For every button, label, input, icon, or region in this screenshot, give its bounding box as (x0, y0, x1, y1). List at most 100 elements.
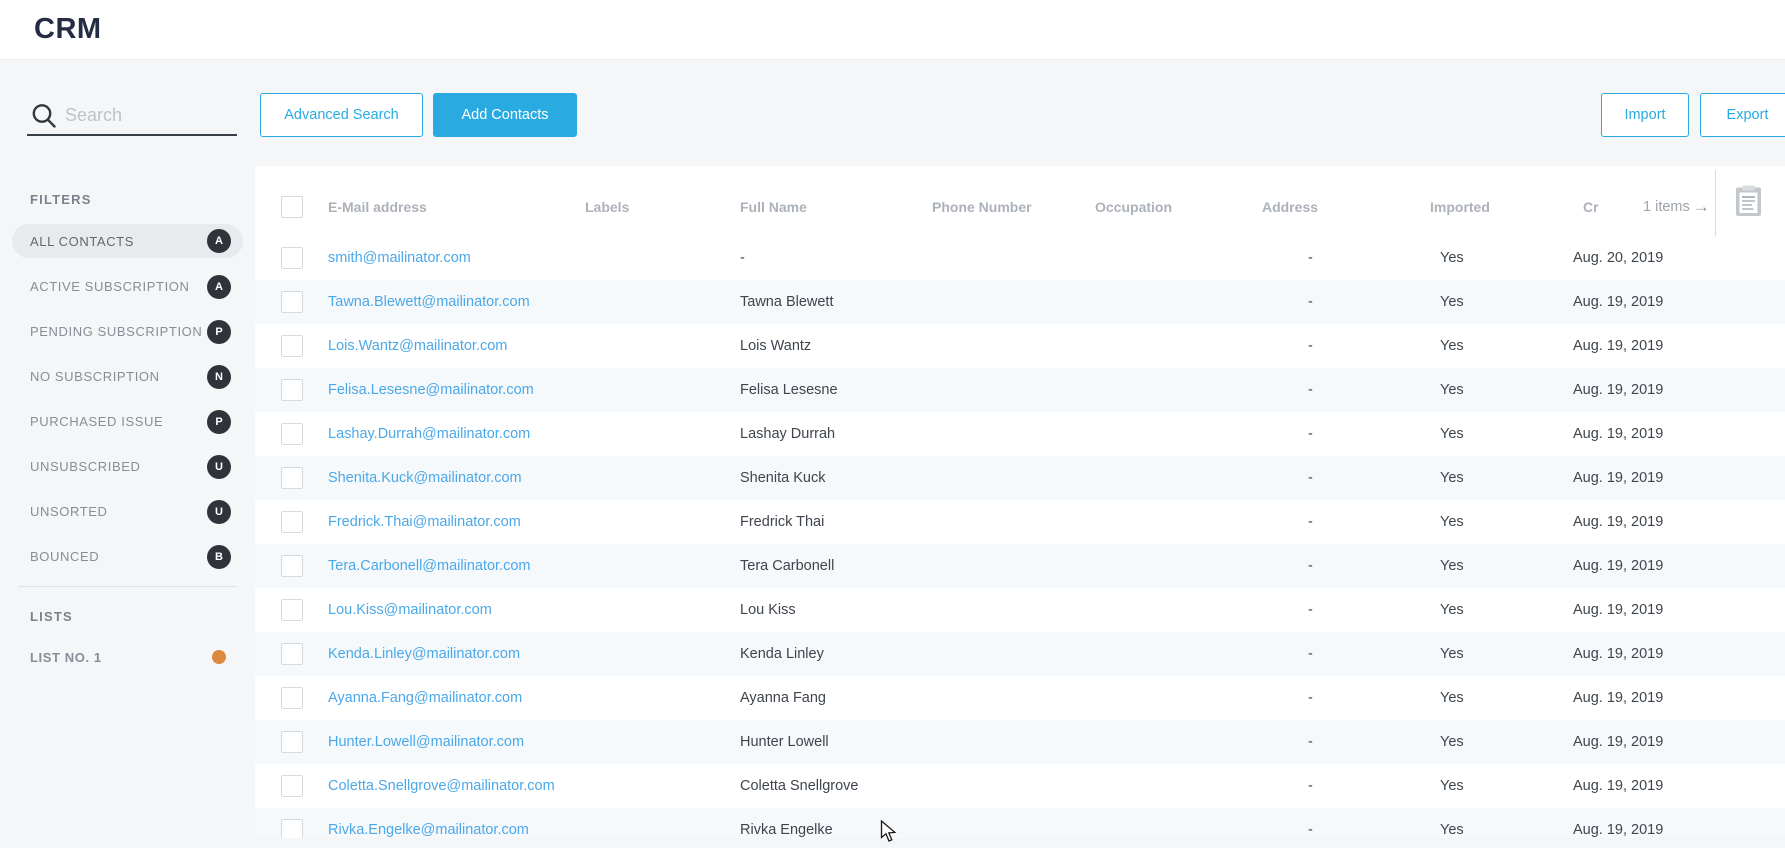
contact-email-link[interactable]: smith@mailinator.com (328, 250, 471, 266)
column-header-full-name: Full Name (740, 199, 807, 215)
contact-created: Aug. 19, 2019 (1573, 426, 1663, 442)
contact-created: Aug. 19, 2019 (1573, 558, 1663, 574)
items-count: 1 items → (1643, 199, 1710, 215)
contact-full-name: Coletta Snellgrove (740, 778, 859, 794)
advanced-search-button[interactable]: Advanced Search (260, 93, 423, 137)
contact-created: Aug. 19, 2019 (1573, 294, 1663, 310)
contact-imported: Yes (1440, 734, 1464, 750)
contact-email-link[interactable]: Kenda.Linley@mailinator.com (328, 646, 520, 662)
contact-address: - (1308, 426, 1313, 442)
row-checkbox[interactable] (281, 687, 303, 709)
sidebar-filter-item[interactable]: PURCHASED ISSUE P (12, 399, 243, 444)
row-checkbox[interactable] (281, 775, 303, 797)
contact-imported: Yes (1440, 426, 1464, 442)
filters-heading: FILTERS (30, 192, 255, 208)
filter-badge: U (207, 455, 231, 479)
row-checkbox[interactable] (281, 291, 303, 313)
contact-full-name: Hunter Lowell (740, 734, 829, 750)
table-row: Felisa.Lesesne@mailinator.com Felisa Les… (255, 368, 1785, 412)
sidebar-list-item[interactable]: LIST NO. 1 (12, 640, 243, 674)
scroll-right-arrow-icon[interactable]: → (1693, 200, 1710, 214)
column-header-address: Address (1262, 199, 1318, 215)
contact-full-name: Fredrick Thai (740, 514, 824, 530)
contact-email-link[interactable]: Ayanna.Fang@mailinator.com (328, 690, 522, 706)
contact-email-link[interactable]: Rivka.Engelke@mailinator.com (328, 822, 529, 838)
contact-email-link[interactable]: Fredrick.Thai@mailinator.com (328, 514, 521, 530)
filter-badge: U (207, 500, 231, 524)
contact-full-name: Rivka Engelke (740, 822, 833, 838)
filter-badge: P (207, 410, 231, 434)
row-checkbox[interactable] (281, 247, 303, 269)
contact-imported: Yes (1440, 470, 1464, 486)
row-checkbox[interactable] (281, 511, 303, 533)
lists-list: LIST NO. 1 (0, 640, 255, 674)
import-button[interactable]: Import (1601, 93, 1689, 137)
contact-address: - (1308, 338, 1313, 354)
row-checkbox[interactable] (281, 467, 303, 489)
list-label: LIST NO. 1 (30, 650, 212, 665)
sidebar-filter-item[interactable]: UNSUBSCRIBED U (12, 444, 243, 489)
contact-email-link[interactable]: Hunter.Lowell@mailinator.com (328, 734, 524, 750)
row-checkbox[interactable] (281, 643, 303, 665)
filter-badge: A (207, 229, 231, 253)
contact-email-link[interactable]: Coletta.Snellgrove@mailinator.com (328, 778, 555, 794)
sidebar-filter-item[interactable]: ACTIVE SUBSCRIPTION A (12, 264, 243, 309)
contact-email-link[interactable]: Tera.Carbonell@mailinator.com (328, 558, 531, 574)
contact-full-name: Tera Carbonell (740, 558, 834, 574)
sidebar-filter-item[interactable]: PENDING SUBSCRIPTION P (12, 309, 243, 354)
contact-created: Aug. 19, 2019 (1573, 602, 1663, 618)
select-all-checkbox[interactable] (281, 196, 303, 218)
row-checkbox[interactable] (281, 555, 303, 577)
contact-email-link[interactable]: Lois.Wantz@mailinator.com (328, 338, 507, 354)
contact-imported: Yes (1440, 382, 1464, 398)
filter-label: ACTIVE SUBSCRIPTION (30, 279, 207, 294)
column-header-created: Cr (1583, 199, 1599, 215)
sidebar-filter-item[interactable]: BOUNCED B (12, 534, 243, 579)
contact-email-link[interactable]: Lashay.Durrah@mailinator.com (328, 426, 530, 442)
table-row: Coletta.Snellgrove@mailinator.com Colett… (255, 764, 1785, 808)
contact-address: - (1308, 294, 1313, 310)
table-body: smith@mailinator.com - - Yes Aug. 20, 20… (255, 236, 1785, 838)
contact-created: Aug. 19, 2019 (1573, 338, 1663, 354)
row-checkbox[interactable] (281, 423, 303, 445)
contact-created: Aug. 20, 2019 (1573, 250, 1663, 266)
contact-imported: Yes (1440, 778, 1464, 794)
sidebar-filter-item[interactable]: UNSORTED U (12, 489, 243, 534)
sidebar-filter-item[interactable]: NO SUBSCRIPTION N (12, 354, 243, 399)
sidebar-filter-item[interactable]: ALL CONTACTS A (12, 224, 243, 258)
contact-email-link[interactable]: Felisa.Lesesne@mailinator.com (328, 382, 534, 398)
contact-imported: Yes (1440, 690, 1464, 706)
contact-address: - (1308, 822, 1313, 838)
contact-created: Aug. 19, 2019 (1573, 646, 1663, 662)
clipboard-list-icon[interactable] (1735, 185, 1762, 222)
contact-address: - (1308, 602, 1313, 618)
contacts-table: E-Mail address Labels Full Name Phone Nu… (255, 166, 1785, 838)
row-checkbox[interactable] (281, 819, 303, 838)
contact-imported: Yes (1440, 558, 1464, 574)
add-contacts-button[interactable]: Add Contacts (433, 93, 577, 137)
app-logo: CRM (34, 13, 102, 46)
contact-email-link[interactable]: Tawna.Blewett@mailinator.com (328, 294, 530, 310)
table-row: Ayanna.Fang@mailinator.com Ayanna Fang -… (255, 676, 1785, 720)
contact-full-name: Felisa Lesesne (740, 382, 838, 398)
filter-label: BOUNCED (30, 549, 207, 564)
contact-email-link[interactable]: Shenita.Kuck@mailinator.com (328, 470, 522, 486)
table-row: Lashay.Durrah@mailinator.com Lashay Durr… (255, 412, 1785, 456)
row-checkbox[interactable] (281, 379, 303, 401)
row-checkbox[interactable] (281, 731, 303, 753)
sidebar: FILTERS ALL CONTACTS A ACTIVE SUBSCRIPTI… (0, 60, 255, 838)
contact-full-name: Tawna Blewett (740, 294, 834, 310)
row-checkbox[interactable] (281, 335, 303, 357)
export-button[interactable]: Export (1700, 93, 1785, 137)
table-row: Kenda.Linley@mailinator.com Kenda Linley… (255, 632, 1785, 676)
contact-created: Aug. 19, 2019 (1573, 690, 1663, 706)
filter-label: PENDING SUBSCRIPTION (30, 324, 207, 339)
contact-address: - (1308, 382, 1313, 398)
items-count-label: 1 items (1643, 199, 1690, 215)
contact-created: Aug. 19, 2019 (1573, 382, 1663, 398)
row-checkbox[interactable] (281, 599, 303, 621)
app-header: CRM (0, 0, 1785, 60)
filter-label: PURCHASED ISSUE (30, 414, 207, 429)
contact-imported: Yes (1440, 338, 1464, 354)
contact-email-link[interactable]: Lou.Kiss@mailinator.com (328, 602, 492, 618)
